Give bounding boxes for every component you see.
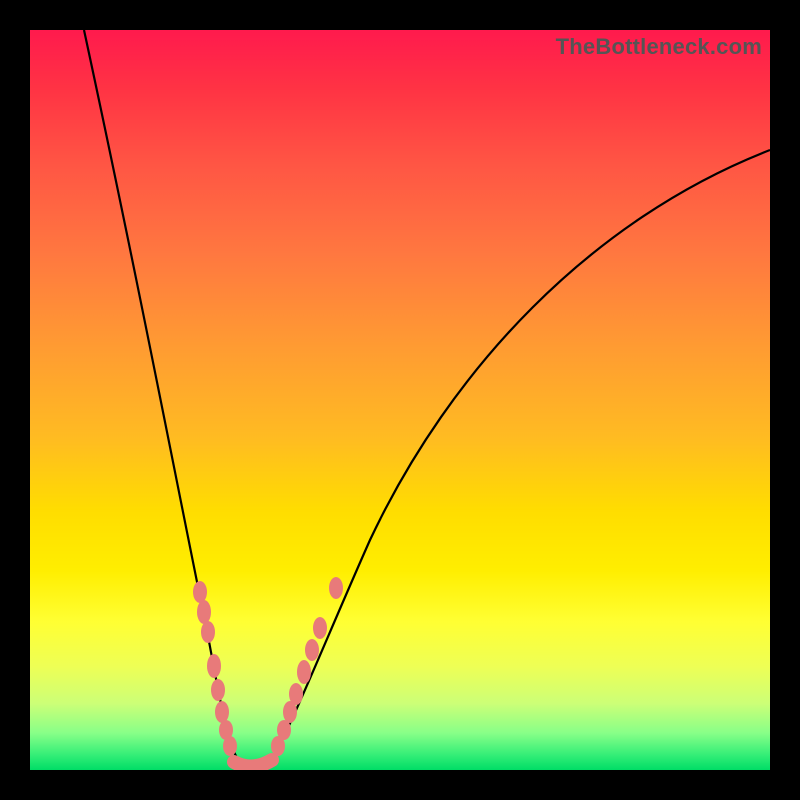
data-marker: [193, 581, 207, 603]
data-marker: [305, 639, 319, 661]
data-marker: [201, 621, 215, 643]
plot-area: TheBottleneck.com: [30, 30, 770, 770]
data-marker: [277, 720, 291, 740]
data-marker: [313, 617, 327, 639]
curve-min-cap: [234, 760, 272, 767]
data-marker: [223, 736, 237, 756]
curve-path: [84, 30, 770, 770]
data-marker: [197, 600, 211, 624]
data-marker: [207, 654, 221, 678]
data-marker: [289, 683, 303, 705]
data-marker: [329, 577, 343, 599]
chart-frame: TheBottleneck.com: [0, 0, 800, 800]
data-marker: [215, 701, 229, 723]
data-marker: [297, 660, 311, 684]
data-marker: [211, 679, 225, 701]
bottleneck-curve: [30, 30, 770, 770]
